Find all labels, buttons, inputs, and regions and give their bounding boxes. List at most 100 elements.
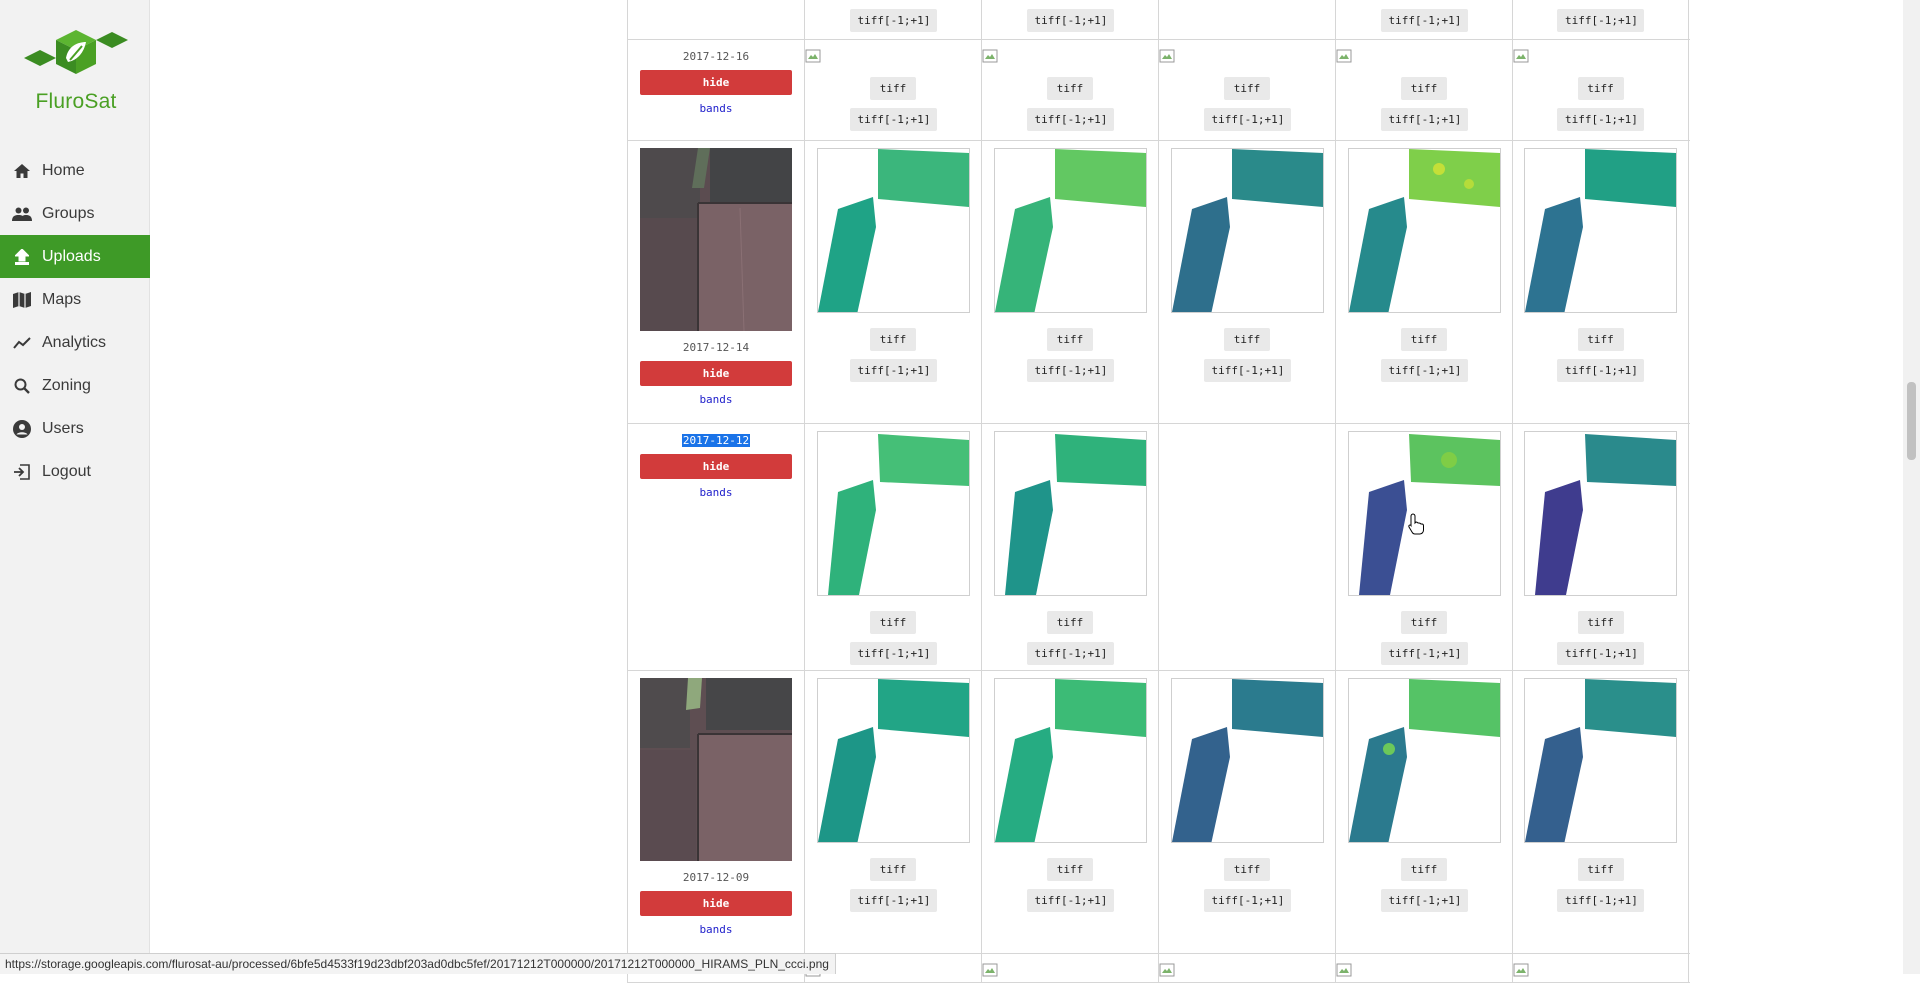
bands-link[interactable]: bands	[699, 486, 732, 499]
rgb-satellite-thumbnail[interactable]	[640, 148, 792, 331]
tiff-button[interactable]: tiff	[1047, 328, 1093, 351]
hide-button[interactable]: hide	[640, 891, 792, 916]
broken-image-icon	[1513, 963, 1529, 977]
index-map-image[interactable]	[1347, 431, 1501, 596]
tiff-range-button[interactable]: tiff[-1;+1]	[849, 108, 937, 131]
tiff-range-button[interactable]: tiff[-1;+1]	[1026, 108, 1114, 131]
nav-logout[interactable]: Logout	[0, 450, 150, 493]
bands-link[interactable]: bands	[699, 393, 732, 406]
tiff-range-button[interactable]: tiff[-1;+1]	[1203, 108, 1291, 131]
tiff-button[interactable]: tiff	[1401, 611, 1447, 634]
row-date: 2017-12-14	[682, 341, 750, 354]
tiff-range-button[interactable]: tiff[-1;+1]	[849, 9, 937, 32]
tiff-button[interactable]: tiff	[870, 611, 916, 634]
index-map-image[interactable]	[816, 431, 970, 596]
row-info-cell	[627, 0, 804, 39]
index-map-image[interactable]	[1347, 678, 1501, 843]
nav-logout-label: Logout	[42, 462, 91, 480]
logout-icon	[12, 462, 32, 482]
index-map-image[interactable]	[1170, 148, 1324, 313]
vertical-scrollbar[interactable]	[1903, 0, 1920, 974]
broken-image-icon	[1513, 49, 1529, 63]
table-row: 2017-12-16 hide bands tiff tiff[-1;+1] t…	[627, 39, 1690, 140]
index-map-image[interactable]	[1524, 148, 1677, 313]
tiff-button[interactable]: tiff	[1047, 858, 1093, 881]
tiff-range-button[interactable]: tiff[-1;+1]	[1557, 9, 1644, 32]
tiff-range-button[interactable]: tiff[-1;+1]	[849, 359, 937, 382]
row-date: 2017-12-12	[681, 434, 751, 447]
hide-button[interactable]: hide	[640, 361, 792, 386]
index-map-image[interactable]	[1524, 678, 1677, 843]
tiff-button[interactable]: tiff	[870, 328, 916, 351]
tiff-button[interactable]: tiff	[1577, 611, 1624, 634]
tiff-button[interactable]: tiff	[1401, 858, 1447, 881]
index-map-image[interactable]	[1524, 431, 1677, 596]
tiff-range-button[interactable]: tiff[-1;+1]	[1557, 359, 1644, 382]
index-map-image[interactable]	[816, 148, 970, 313]
tiff-button[interactable]: tiff	[1577, 77, 1624, 100]
index-map-image[interactable]	[1347, 148, 1501, 313]
image-cell	[1158, 954, 1335, 982]
image-cell: tiff tiff[-1;+1]	[804, 40, 981, 140]
image-cell	[1158, 424, 1335, 670]
row-info-cell: 2017-12-16 hide bands	[627, 40, 804, 140]
nav-users[interactable]: Users	[0, 407, 150, 450]
tiff-button[interactable]: tiff	[1401, 77, 1447, 100]
tiff-range-button[interactable]: tiff[-1;+1]	[1203, 359, 1291, 382]
image-cell	[1512, 954, 1689, 982]
tiff-range-button[interactable]: tiff[-1;+1]	[1380, 889, 1468, 912]
rgb-satellite-thumbnail[interactable]	[640, 678, 792, 861]
table-row: 2017-12-14 hide bands tiff tiff[-1;+1] t…	[627, 140, 1690, 423]
image-cell: tiff tiff[-1;+1]	[1335, 671, 1512, 953]
nav-maps[interactable]: Maps	[0, 278, 150, 321]
index-map-image[interactable]	[1170, 678, 1324, 843]
table-row: 2017-12-12 hide bands tiff tiff[-1;+1] t…	[627, 423, 1690, 670]
nav-home[interactable]: Home	[0, 149, 150, 192]
tiff-button[interactable]: tiff	[1224, 858, 1270, 881]
tiff-button[interactable]: tiff	[1047, 611, 1093, 634]
tiff-button[interactable]: tiff	[870, 77, 916, 100]
index-map-image[interactable]	[993, 431, 1147, 596]
tiff-button[interactable]: tiff	[1577, 328, 1624, 351]
bands-link[interactable]: bands	[699, 923, 732, 936]
tiff-button[interactable]: tiff	[1047, 77, 1093, 100]
tiff-button[interactable]: tiff	[870, 858, 916, 881]
tiff-range-button[interactable]: tiff[-1;+1]	[1380, 108, 1468, 131]
tiff-button[interactable]: tiff	[1577, 858, 1624, 881]
index-map-image[interactable]	[816, 678, 970, 843]
index-map-image[interactable]	[993, 148, 1147, 313]
tiff-range-button[interactable]: tiff[-1;+1]	[1557, 108, 1644, 131]
nav-analytics[interactable]: Analytics	[0, 321, 150, 364]
tiff-range-button[interactable]: tiff[-1;+1]	[849, 889, 937, 912]
tiff-range-button[interactable]: tiff[-1;+1]	[1380, 359, 1468, 382]
tiff-button[interactable]: tiff	[1224, 328, 1270, 351]
nav-groups[interactable]: Groups	[0, 192, 150, 235]
user-icon	[12, 419, 32, 439]
hide-button[interactable]: hide	[640, 70, 792, 95]
hide-button[interactable]: hide	[640, 454, 792, 479]
image-cell: tiff tiff[-1;+1]	[1335, 424, 1512, 670]
tiff-range-button[interactable]: tiff[-1;+1]	[1557, 889, 1644, 912]
nav-zoning[interactable]: Zoning	[0, 364, 150, 407]
tiff-button[interactable]: tiff	[1401, 328, 1447, 351]
tiff-range-button[interactable]: tiff[-1;+1]	[1380, 642, 1468, 665]
tiff-range-button[interactable]: tiff[-1;+1]	[849, 642, 937, 665]
index-map-image[interactable]	[993, 678, 1147, 843]
tiff-range-button[interactable]: tiff[-1;+1]	[1203, 889, 1291, 912]
brand-name: FluroSat	[35, 90, 117, 113]
image-cell: tiff tiff[-1;+1]	[1512, 40, 1689, 140]
image-cell: tiff[-1;+1]	[981, 0, 1158, 39]
tiff-range-button[interactable]: tiff[-1;+1]	[1026, 359, 1114, 382]
tiff-range-button[interactable]: tiff[-1;+1]	[1026, 642, 1114, 665]
tiff-range-button[interactable]: tiff[-1;+1]	[1557, 642, 1644, 665]
bands-link[interactable]: bands	[699, 102, 732, 115]
flurosat-logo[interactable]: FluroSat	[18, 28, 134, 118]
image-cell: tiff tiff[-1;+1]	[1158, 671, 1335, 953]
tiff-range-button[interactable]: tiff[-1;+1]	[1380, 9, 1468, 32]
tiff-range-button[interactable]: tiff[-1;+1]	[1026, 889, 1114, 912]
image-cell: tiff tiff[-1;+1]	[1512, 141, 1689, 423]
tiff-button[interactable]: tiff	[1224, 77, 1270, 100]
nav-uploads[interactable]: Uploads	[0, 235, 150, 278]
tiff-range-button[interactable]: tiff[-1;+1]	[1026, 9, 1114, 32]
scrollbar-thumb[interactable]	[1907, 382, 1916, 460]
